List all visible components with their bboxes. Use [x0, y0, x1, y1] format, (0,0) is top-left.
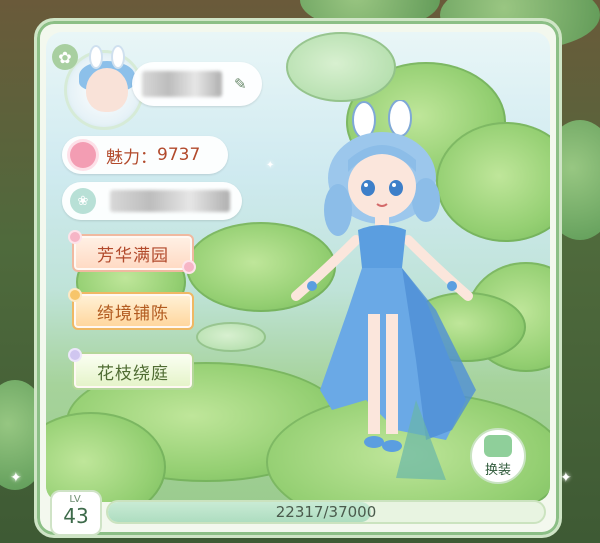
flower-decoration [184, 262, 194, 272]
player-name-pill: ✎ [132, 62, 262, 106]
xp-progress-text: 22317/37000 [275, 503, 377, 521]
avatar-bunny-ear [89, 45, 103, 69]
flower-decoration [70, 350, 80, 360]
change-outfit-label: 换装 [484, 462, 511, 478]
player-name-redacted [142, 71, 222, 97]
level-value: 43 [63, 504, 89, 528]
lotus-leaf [286, 32, 396, 102]
charm-pill: 魅力： 9737 [62, 136, 228, 174]
nav-button-huazhi-raoting[interactable]: 花枝绕庭 [72, 352, 194, 390]
level-badge: LV. 43 [50, 490, 102, 536]
nav-button-label: 芳华满园 [97, 245, 169, 266]
charm-label: 魅力： [106, 147, 157, 168]
rose-icon [70, 142, 96, 168]
nav-button-label: 花枝绕庭 [97, 363, 169, 384]
flower-decoration [70, 232, 80, 242]
xp-progress-bar: 22317/37000 [106, 500, 546, 524]
edit-icon[interactable]: ✎ [234, 75, 247, 93]
shirt-icon [484, 434, 512, 457]
sparkle-decoration: ✦ [266, 160, 275, 171]
nav-button-label: 绮境铺陈 [97, 303, 169, 324]
avatar-bunny-ear [111, 45, 125, 69]
charm-value: 9737 [157, 145, 201, 165]
lotus-leaf [196, 322, 266, 352]
player-id-redacted [110, 190, 230, 212]
footprint-icon: ❀ [70, 188, 96, 214]
gear-icon[interactable]: ✿ [52, 44, 78, 70]
avatar-face [86, 68, 128, 112]
nav-button-fanghua-manyuan[interactable]: 芳华满园 [72, 234, 194, 272]
dressed-character [276, 99, 506, 480]
character-illustration [291, 99, 476, 480]
sparkle-decoration: ✦ [10, 470, 22, 486]
change-outfit-button[interactable]: 换装 [470, 428, 526, 484]
nav-button-qijing-puchen[interactable]: 绮境铺陈 [72, 292, 194, 330]
player-id-pill: ❀ [62, 182, 242, 220]
sparkle-decoration: ✦ [560, 470, 572, 486]
flower-decoration [70, 290, 80, 300]
